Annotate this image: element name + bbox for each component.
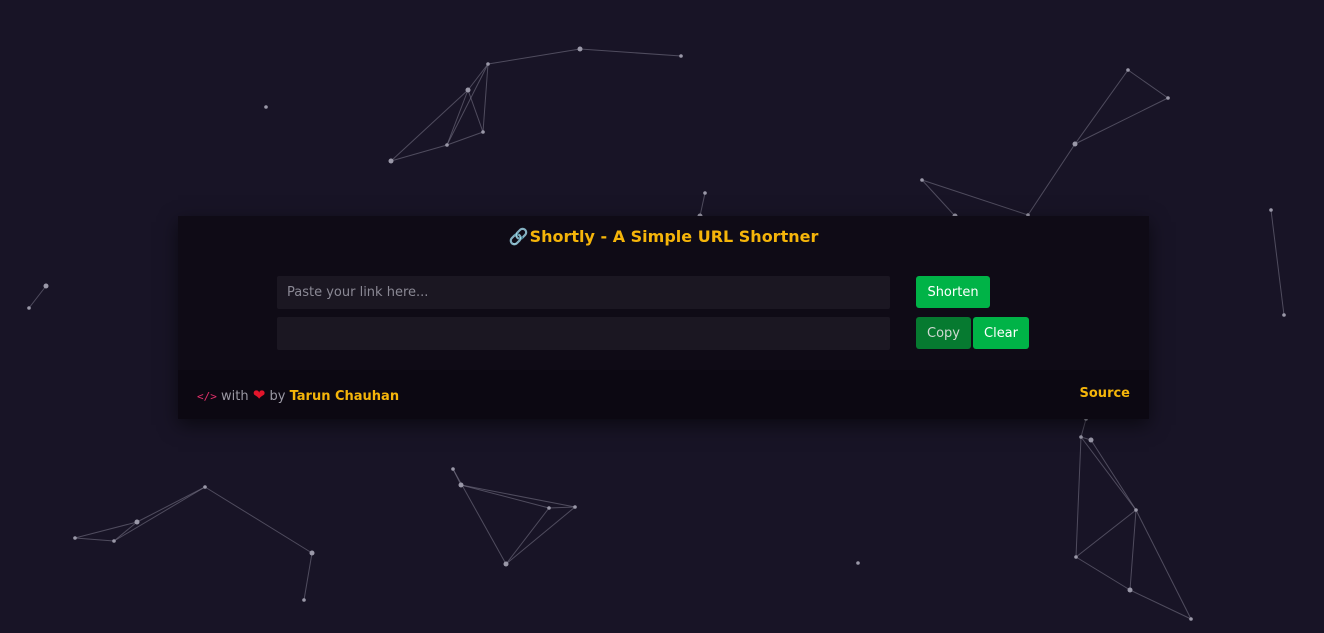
network-node: [27, 306, 31, 310]
link-icon: 🔗: [508, 227, 529, 246]
heart-icon: ❤: [252, 386, 266, 404]
network-node: [481, 130, 485, 134]
network-line: [460, 484, 550, 509]
network-line: [1080, 436, 1137, 511]
network-line: [1075, 436, 1082, 558]
network-node: [43, 283, 49, 289]
network-line: [1270, 209, 1285, 316]
network-node: [703, 191, 707, 195]
network-node: [1126, 68, 1130, 72]
network-node: [577, 46, 583, 52]
network-node: [1269, 208, 1273, 212]
network-line: [1074, 69, 1129, 145]
network-line: [74, 537, 115, 542]
network-line: [548, 506, 576, 509]
network-node: [451, 467, 455, 471]
author-credit: </> with ❤ by Tarun Chauhan: [197, 386, 399, 404]
shorten-button[interactable]: Shorten: [916, 276, 990, 308]
network-node: [134, 519, 140, 525]
network-line: [482, 63, 489, 133]
network-node: [203, 485, 207, 489]
network-node: [309, 550, 315, 556]
network-line: [303, 552, 313, 601]
short-url-output[interactable]: [277, 317, 890, 350]
network-line: [28, 285, 47, 309]
network-node: [1079, 435, 1083, 439]
network-line: [579, 48, 682, 57]
network-node: [465, 87, 471, 93]
network-line: [1080, 418, 1087, 438]
network-node: [856, 561, 860, 565]
with-text: with: [221, 389, 249, 404]
network-node: [1189, 617, 1193, 621]
url-input[interactable]: [277, 276, 890, 309]
network-node: [1166, 96, 1170, 100]
code-icon: </>: [197, 390, 217, 403]
network-line: [1074, 97, 1169, 145]
network-node: [1088, 437, 1094, 443]
network-node: [1072, 141, 1078, 147]
network-node: [573, 505, 577, 509]
network-node: [547, 506, 551, 510]
network-node: [264, 105, 268, 109]
network-node: [679, 54, 683, 58]
copy-button[interactable]: Copy: [916, 317, 971, 349]
network-line: [113, 486, 206, 542]
network-line: [505, 507, 550, 565]
network-node: [486, 62, 490, 66]
network-node: [1134, 508, 1138, 512]
network-node: [1282, 313, 1286, 317]
network-line: [467, 63, 489, 91]
network-line: [1129, 509, 1137, 591]
network-line: [136, 486, 206, 523]
network-line: [204, 486, 313, 554]
clear-button[interactable]: Clear: [973, 317, 1029, 349]
network-line: [1075, 509, 1137, 558]
author-name[interactable]: Tarun Chauhan: [290, 389, 400, 404]
network-node: [920, 178, 924, 182]
network-node: [112, 539, 116, 543]
network-node: [1127, 587, 1133, 593]
card-footer: </> with ❤ by Tarun Chauhan Source: [178, 370, 1149, 419]
network-node: [302, 598, 306, 602]
network-line: [1075, 556, 1131, 591]
network-node: [458, 482, 464, 488]
network-node: [388, 158, 394, 164]
network-line: [467, 89, 484, 133]
network-line: [699, 192, 706, 217]
network-line: [446, 89, 469, 146]
network-line: [487, 48, 581, 65]
network-line: [1090, 439, 1137, 511]
by-text: by: [269, 389, 286, 404]
network-line: [1127, 69, 1169, 99]
source-link[interactable]: Source: [1080, 386, 1130, 401]
network-node: [503, 561, 509, 567]
page-title: 🔗Shortly - A Simple URL Shortner: [178, 227, 1149, 246]
network-node: [1074, 555, 1078, 559]
network-line: [1135, 509, 1192, 620]
network-line: [1027, 143, 1076, 216]
network-line: [1129, 589, 1192, 620]
network-node: [73, 536, 77, 540]
shortener-card: 🔗Shortly - A Simple URL Shortner Shorten…: [178, 216, 1149, 419]
network-line: [505, 506, 576, 565]
network-node: [445, 143, 449, 147]
network-line: [460, 484, 576, 508]
title-text: Shortly - A Simple URL Shortner: [529, 227, 819, 246]
